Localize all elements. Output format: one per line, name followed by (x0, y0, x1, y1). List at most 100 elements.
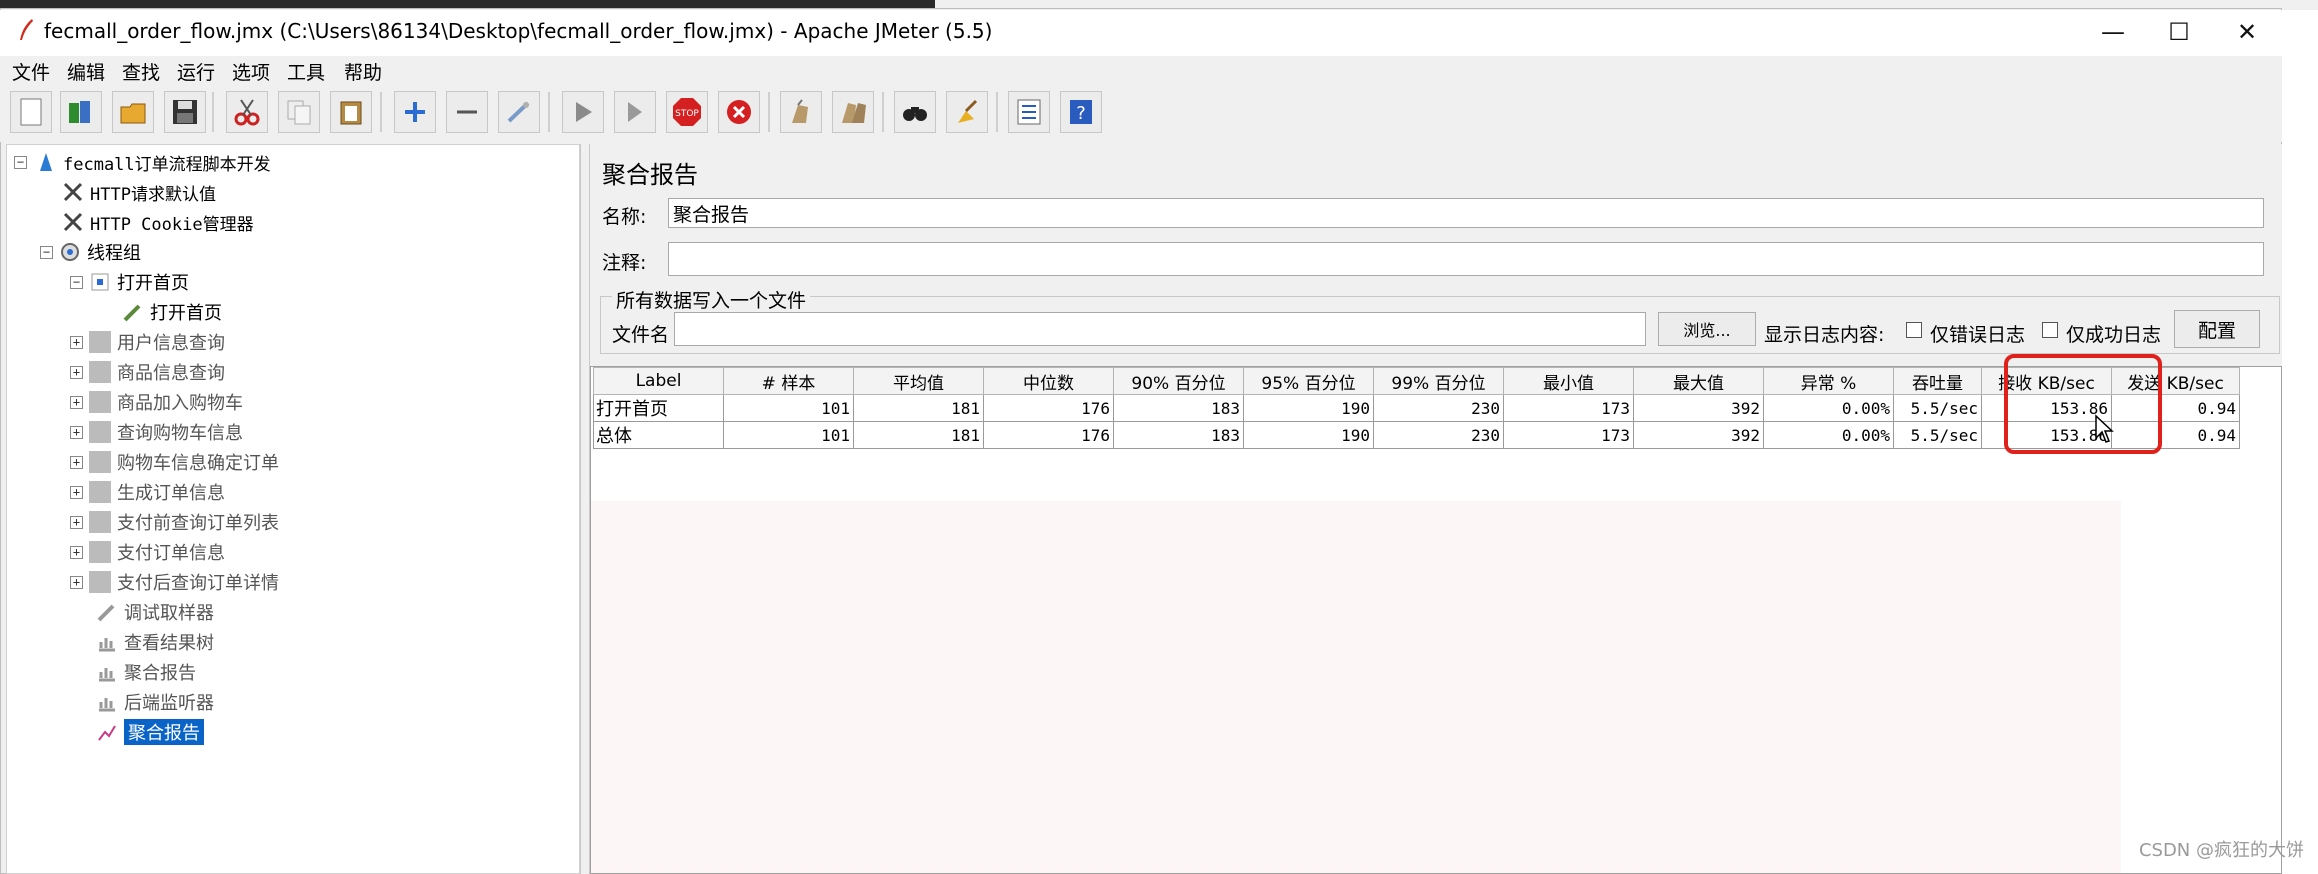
column-header-sent[interactable]: 发送 KB/sec (2111, 367, 2240, 395)
minimize-button[interactable]: — (2086, 14, 2140, 50)
tree-node-backend-listener[interactable]: 后端监听器 (96, 688, 214, 716)
expand-toggle[interactable]: + (70, 425, 83, 439)
column-header[interactable]: 95% 百分位 (1243, 367, 1374, 395)
cell: 190 (1243, 421, 1374, 449)
tree-node-test-plan[interactable]: − fecmall订单流程脚本开发 (14, 148, 271, 176)
success-only-checkbox[interactable] (2042, 322, 2058, 338)
collapse-toggle[interactable]: − (14, 155, 27, 169)
tree-node-controller[interactable]: + 查询购物车信息 (70, 418, 243, 446)
column-header[interactable]: Label (593, 367, 724, 395)
column-header[interactable]: 平均值 (853, 367, 984, 395)
menu-run[interactable]: 运行 (177, 58, 215, 85)
templates-icon[interactable] (60, 91, 102, 133)
clear-all-icon[interactable] (832, 91, 874, 133)
background-watermark-shape (591, 501, 2121, 873)
cell: 173 (1503, 421, 1634, 449)
column-header-received[interactable]: 接收 KB/sec (1981, 367, 2112, 395)
menu-search[interactable]: 查找 (122, 58, 160, 85)
function-helper-icon[interactable] (1008, 91, 1050, 133)
menu-options[interactable]: 选项 (232, 58, 270, 85)
expand-toggle[interactable]: + (70, 455, 83, 469)
menu-tools[interactable]: 工具 (287, 58, 325, 85)
collapse-icon[interactable] (446, 91, 488, 133)
toggle-icon[interactable] (498, 91, 540, 133)
tree-node-controller[interactable]: + 生成订单信息 (70, 478, 225, 506)
tree-node-aggregate-report-1[interactable]: 聚合报告 (96, 658, 196, 686)
toolbar-separator (882, 92, 884, 132)
menu-help[interactable]: 帮助 (344, 58, 382, 85)
collapse-toggle[interactable]: − (40, 245, 53, 259)
expand-toggle[interactable]: + (70, 485, 83, 499)
cut-icon[interactable] (226, 91, 268, 133)
maximize-button[interactable]: ☐ (2152, 14, 2206, 50)
transaction-controller-icon (91, 273, 109, 291)
collapse-toggle[interactable]: − (70, 275, 83, 289)
column-header[interactable]: 最小值 (1503, 367, 1634, 395)
column-header[interactable]: 99% 百分位 (1373, 367, 1504, 395)
controller-icon (89, 481, 111, 503)
expand-toggle[interactable]: + (70, 395, 83, 409)
column-header[interactable]: # 样本 (723, 367, 854, 395)
name-field[interactable]: 聚合报告 (668, 198, 2264, 228)
svg-text:?: ? (1076, 103, 1086, 124)
help-icon[interactable]: ? (1060, 91, 1102, 133)
tree-node-aggregate-report-selected[interactable]: 聚合报告 (96, 718, 204, 746)
tree-node-open-home-sampler[interactable]: 打开首页 (122, 298, 222, 326)
tree-node-controller[interactable]: + 支付后查询订单详情 (70, 568, 279, 596)
expand-toggle[interactable]: + (70, 515, 83, 529)
filename-input[interactable] (674, 312, 1646, 346)
reset-search-icon[interactable] (946, 91, 988, 133)
panel-splitter[interactable] (580, 144, 590, 874)
tree-node-controller[interactable]: + 商品信息查询 (70, 358, 225, 386)
tree-node-controller[interactable]: + 用户信息查询 (70, 328, 225, 356)
expand-icon[interactable] (394, 91, 436, 133)
paste-icon[interactable] (330, 91, 372, 133)
controller-icon (89, 571, 111, 593)
column-header[interactable]: 最大值 (1633, 367, 1764, 395)
table-row[interactable]: 总体 101 181 176 183 190 230 173 392 0.00%… (593, 421, 2240, 449)
new-icon[interactable] (10, 91, 52, 133)
tree-node-debug-sampler[interactable]: 调试取样器 (96, 598, 214, 626)
start-icon[interactable] (562, 91, 604, 133)
column-header[interactable]: 中位数 (983, 367, 1114, 395)
search-icon[interactable] (894, 91, 936, 133)
comment-field[interactable] (668, 242, 2264, 276)
tree-node-controller[interactable]: + 支付订单信息 (70, 538, 225, 566)
tree-node-http-defaults[interactable]: HTTP请求默认值 (62, 178, 216, 206)
browse-button[interactable]: 浏览... (1658, 312, 1756, 346)
toolbar-separator (996, 92, 998, 132)
expand-toggle[interactable]: + (70, 335, 83, 349)
open-icon[interactable] (112, 91, 154, 133)
expand-toggle[interactable]: + (70, 545, 83, 559)
expand-toggle[interactable]: + (70, 365, 83, 379)
menu-file[interactable]: 文件 (12, 58, 50, 85)
configure-button[interactable]: 配置 (2174, 310, 2260, 348)
shutdown-icon[interactable] (718, 91, 760, 133)
errors-only-checkbox[interactable] (1906, 322, 1922, 338)
stop-icon[interactable]: STOP (666, 91, 708, 133)
cell: 101 (723, 421, 854, 449)
tree-node-controller[interactable]: + 商品加入购物车 (70, 388, 243, 416)
tree-node-cookie-manager[interactable]: HTTP Cookie管理器 (62, 208, 254, 236)
listener-chart-icon (99, 668, 115, 682)
column-header[interactable]: 异常 % (1763, 367, 1894, 395)
save-icon[interactable] (164, 91, 206, 133)
tree-node-controller[interactable]: + 支付前查询订单列表 (70, 508, 279, 536)
tree-node-thread-group[interactable]: − 线程组 (40, 238, 141, 266)
listener-chart-icon (98, 725, 116, 741)
copy-icon[interactable] (278, 91, 320, 133)
start-no-pause-icon[interactable] (614, 91, 656, 133)
comment-label: 注释: (602, 252, 647, 274)
tree-node-view-results[interactable]: 查看结果树 (96, 628, 214, 656)
tree-node-open-home-controller[interactable]: − 打开首页 (70, 268, 189, 296)
expand-toggle[interactable]: + (70, 575, 83, 589)
tree-node-controller[interactable]: + 购物车信息确定订单 (70, 448, 279, 476)
clear-icon[interactable] (780, 91, 822, 133)
cell: 181 (853, 394, 984, 422)
close-button[interactable]: ✕ (2220, 14, 2274, 50)
controller-icon (89, 421, 111, 443)
column-header[interactable]: 90% 百分位 (1113, 367, 1244, 395)
menu-edit[interactable]: 编辑 (67, 58, 105, 85)
table-row[interactable]: 打开首页 101 181 176 183 190 230 173 392 0.0… (593, 394, 2240, 422)
column-header[interactable]: 吞吐量 (1893, 367, 1982, 395)
